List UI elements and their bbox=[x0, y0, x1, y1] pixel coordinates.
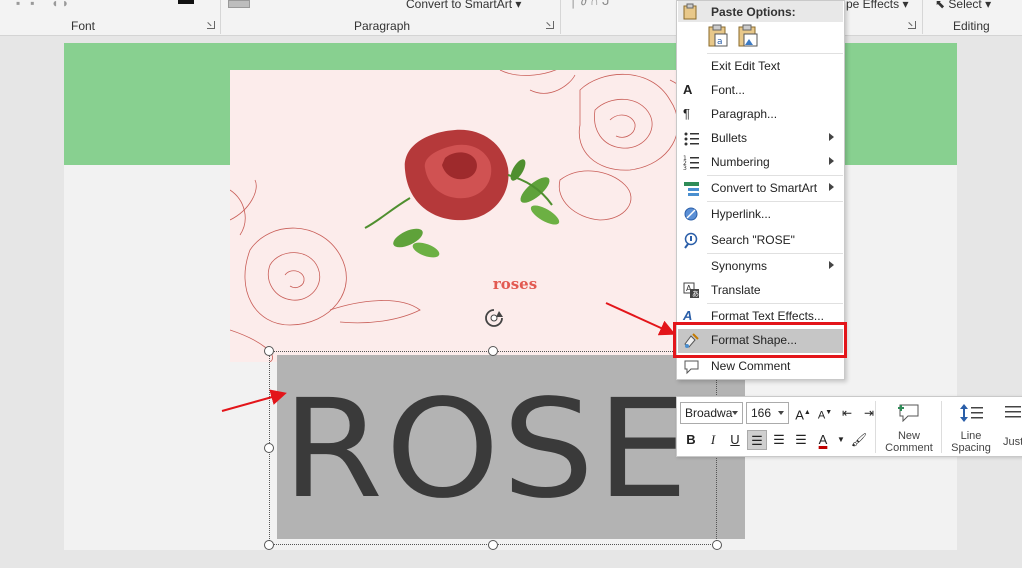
align-left-icon[interactable]: ☰ bbox=[747, 430, 767, 450]
resize-handle-s[interactable] bbox=[488, 540, 498, 550]
new-comment-label-line2: Comment bbox=[885, 442, 933, 454]
clipboard-icon bbox=[683, 3, 697, 20]
chevron-down-icon bbox=[778, 411, 784, 415]
svg-text:3: 3 bbox=[683, 165, 687, 171]
resize-handle-se[interactable] bbox=[712, 540, 722, 550]
ribbon-convert-smartart[interactable]: Convert to SmartArt ▾ bbox=[406, 0, 521, 11]
group-divider bbox=[220, 0, 221, 34]
selection-frame bbox=[269, 351, 717, 545]
ribbon-select-button[interactable]: ⬉ Select ▾ bbox=[935, 0, 991, 11]
submenu-arrow-icon bbox=[829, 157, 834, 165]
menu-separator bbox=[707, 175, 843, 176]
cursor-icon: ⬉ bbox=[935, 0, 946, 11]
menu-item-search[interactable]: Search "ROSE" bbox=[678, 229, 843, 253]
line-spacing-label-line1: Line bbox=[960, 430, 982, 442]
font-dialog-launcher-icon[interactable] bbox=[207, 21, 215, 29]
font-a-icon: A bbox=[683, 82, 693, 97]
font-color-swatch[interactable] bbox=[178, 0, 194, 4]
ribbon-shape-effects[interactable]: pe Effects ▾ bbox=[846, 0, 909, 11]
smartart-icon bbox=[684, 182, 699, 196]
line-spacing-label-line2: Spacing bbox=[951, 442, 991, 454]
line-spacing-icon bbox=[960, 404, 983, 422]
menu-item-synonyms[interactable]: Synonyms bbox=[678, 255, 843, 279]
menu-item-exit-edit-text[interactable]: Exit Edit Text bbox=[678, 55, 843, 79]
submenu-arrow-icon bbox=[829, 261, 834, 269]
mini-toolbar: Broadwa 166 A▲ A▼ ⇤ ⇥ B I U ☰ ☰ ☰ A ▼ 🖌 … bbox=[676, 396, 1022, 457]
svg-text:あ: あ bbox=[692, 290, 699, 298]
paragraph-group-label: Paragraph bbox=[354, 19, 411, 33]
ribbon: ▪ ▪ ◖ ◗ Convert to SmartArt ▾ │ ∂ ∩ ᒍ pe… bbox=[0, 0, 1022, 36]
decrease-indent-icon[interactable]: ⇤ bbox=[837, 403, 857, 423]
rose-image-card[interactable]: roses bbox=[230, 70, 710, 362]
font-color-icon[interactable]: A bbox=[813, 430, 833, 450]
group-divider bbox=[922, 0, 923, 34]
underline-icon[interactable]: U bbox=[725, 430, 745, 450]
ribbon-style-gallery[interactable]: │ ∂ ∩ ᒍ bbox=[570, 0, 610, 8]
submenu-arrow-icon bbox=[829, 133, 834, 141]
paste-options-header: Paste Options: bbox=[678, 1, 843, 22]
card-title: roses bbox=[492, 275, 538, 293]
shape-fill-swatch[interactable] bbox=[228, 0, 250, 8]
paragraph-icon: ¶ bbox=[683, 106, 690, 121]
paste-picture-icon[interactable] bbox=[738, 24, 758, 47]
increase-indent-icon[interactable]: ⇥ bbox=[859, 403, 879, 423]
justify-button[interactable]: Justi bbox=[999, 399, 1022, 455]
search-icon bbox=[684, 232, 698, 249]
svg-text:a: a bbox=[717, 37, 723, 47]
bullets-icon bbox=[684, 132, 699, 146]
menu-item-paragraph[interactable]: ¶ Paragraph... bbox=[678, 103, 843, 127]
editing-group-label: Editing bbox=[953, 19, 990, 33]
format-painter-icon[interactable]: 🖌 bbox=[849, 430, 869, 450]
submenu-arrow-icon bbox=[829, 183, 834, 191]
resize-handle-sw[interactable] bbox=[264, 540, 274, 550]
rose-illustration bbox=[230, 70, 709, 362]
font-name-combo[interactable]: Broadwa bbox=[680, 402, 743, 424]
justify-label: Justi bbox=[1003, 436, 1022, 448]
drawing-dialog-launcher-icon[interactable] bbox=[908, 21, 916, 29]
paragraph-dialog-launcher-icon[interactable] bbox=[546, 21, 554, 29]
new-comment-button[interactable]: New Comment bbox=[880, 399, 938, 455]
rotate-handle-icon[interactable] bbox=[482, 306, 506, 330]
paste-keep-formatting-icon[interactable]: a bbox=[708, 24, 728, 47]
ribbon-font-controls: ▪ ▪ ◖ ◗ bbox=[16, 0, 70, 10]
align-center-icon[interactable]: ☰ bbox=[769, 430, 789, 450]
resize-handle-w[interactable] bbox=[264, 443, 274, 453]
align-right-icon[interactable]: ☰ bbox=[791, 430, 811, 450]
increase-font-size-icon[interactable]: A▲ bbox=[793, 403, 813, 423]
menu-item-convert-smartart[interactable]: Convert to SmartArt bbox=[678, 177, 843, 201]
new-comment-icon bbox=[898, 404, 919, 422]
menu-separator bbox=[707, 53, 843, 54]
paste-options-buttons: a bbox=[707, 24, 763, 51]
font-group-label: Font bbox=[71, 19, 96, 33]
menu-item-font[interactable]: A Font... bbox=[678, 79, 843, 103]
line-spacing-button[interactable]: Line Spacing bbox=[945, 399, 997, 455]
resize-handle-nw[interactable] bbox=[264, 346, 274, 356]
italic-icon[interactable]: I bbox=[703, 430, 723, 450]
chevron-down-icon bbox=[732, 411, 738, 415]
new-comment-label-line1: New bbox=[897, 430, 920, 442]
menu-separator bbox=[707, 303, 843, 304]
menu-separator bbox=[707, 253, 843, 254]
justify-icon bbox=[1005, 406, 1021, 418]
bold-icon[interactable]: B bbox=[681, 430, 701, 450]
comment-icon bbox=[684, 360, 699, 375]
menu-item-translate[interactable]: A あ Translate bbox=[678, 279, 843, 303]
menu-item-bullets[interactable]: Bullets bbox=[678, 127, 843, 151]
highlight-box bbox=[673, 322, 847, 358]
toolbar-divider bbox=[941, 401, 942, 453]
font-size-combo[interactable]: 166 bbox=[746, 402, 789, 424]
menu-item-numbering[interactable]: 1 2 3 Numbering bbox=[678, 151, 843, 175]
menu-item-new-comment[interactable]: New Comment bbox=[678, 355, 843, 379]
menu-item-hyperlink[interactable]: Hyperlink... bbox=[678, 203, 843, 227]
hyperlink-icon bbox=[684, 207, 698, 221]
decrease-font-size-icon[interactable]: A▼ bbox=[815, 403, 835, 423]
toolbar-divider bbox=[875, 401, 876, 453]
chevron-down-icon[interactable]: ▼ bbox=[831, 430, 851, 450]
group-divider bbox=[560, 0, 561, 34]
translate-icon: A あ bbox=[683, 282, 699, 298]
menu-separator bbox=[707, 201, 843, 202]
resize-handle-n[interactable] bbox=[488, 346, 498, 356]
numbering-icon: 1 2 3 bbox=[683, 155, 699, 171]
